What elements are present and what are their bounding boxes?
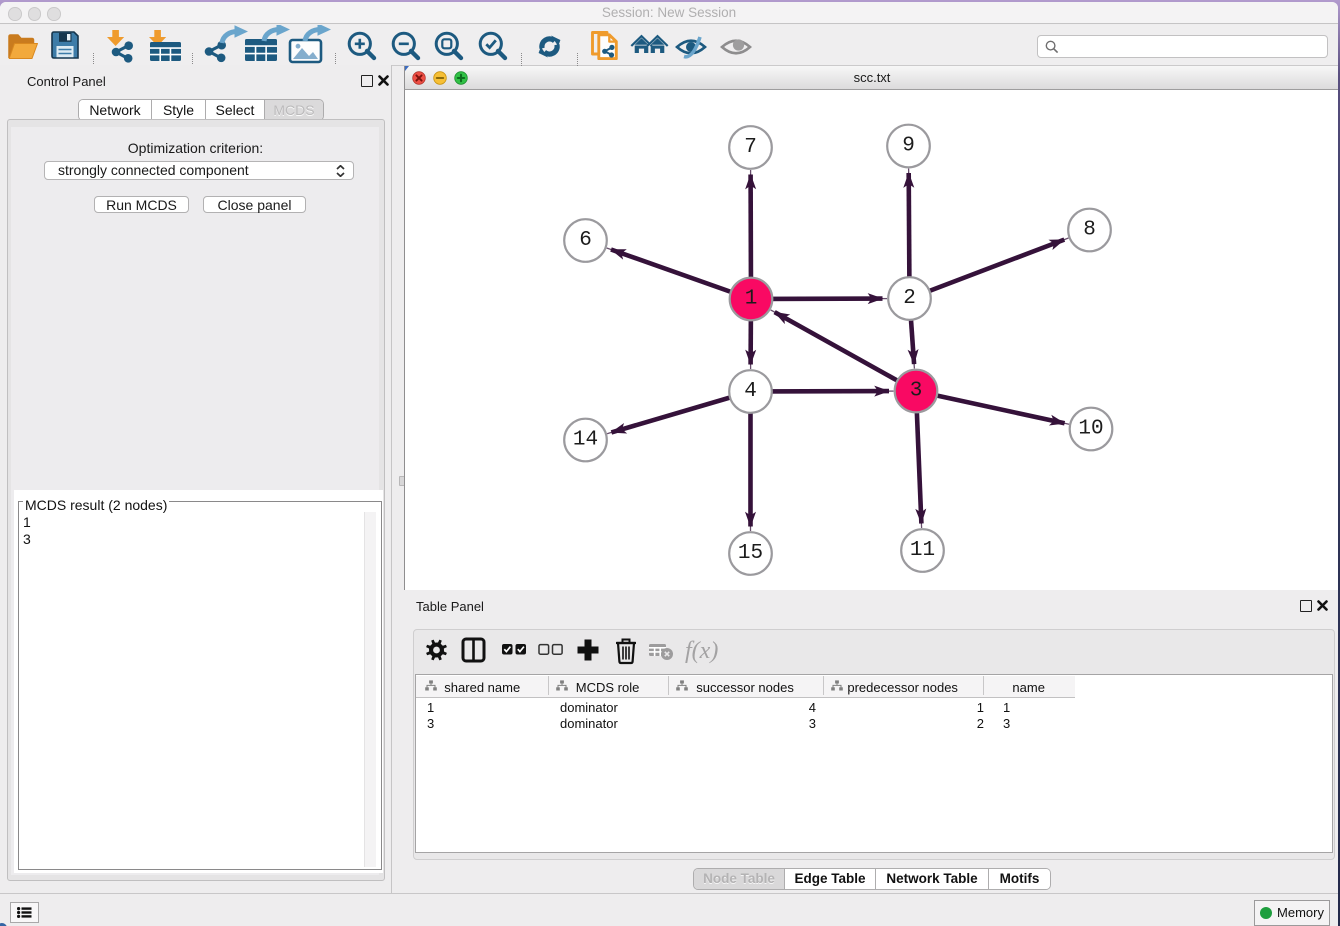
svg-text:4: 4 [744, 380, 757, 403]
svg-text:1: 1 [745, 288, 758, 311]
svg-text:15: 15 [738, 542, 763, 565]
svg-text:2: 2 [903, 287, 916, 310]
svg-text:10: 10 [1078, 418, 1103, 441]
svg-text:3: 3 [910, 380, 923, 403]
svg-text:f(x): f(x) [685, 638, 718, 664]
svg-text:6: 6 [579, 229, 592, 252]
svg-text:7: 7 [744, 136, 757, 159]
svg-text:9: 9 [902, 135, 915, 158]
svg-text:14: 14 [573, 429, 598, 452]
svg-text:8: 8 [1083, 219, 1096, 242]
svg-text:11: 11 [910, 539, 935, 562]
